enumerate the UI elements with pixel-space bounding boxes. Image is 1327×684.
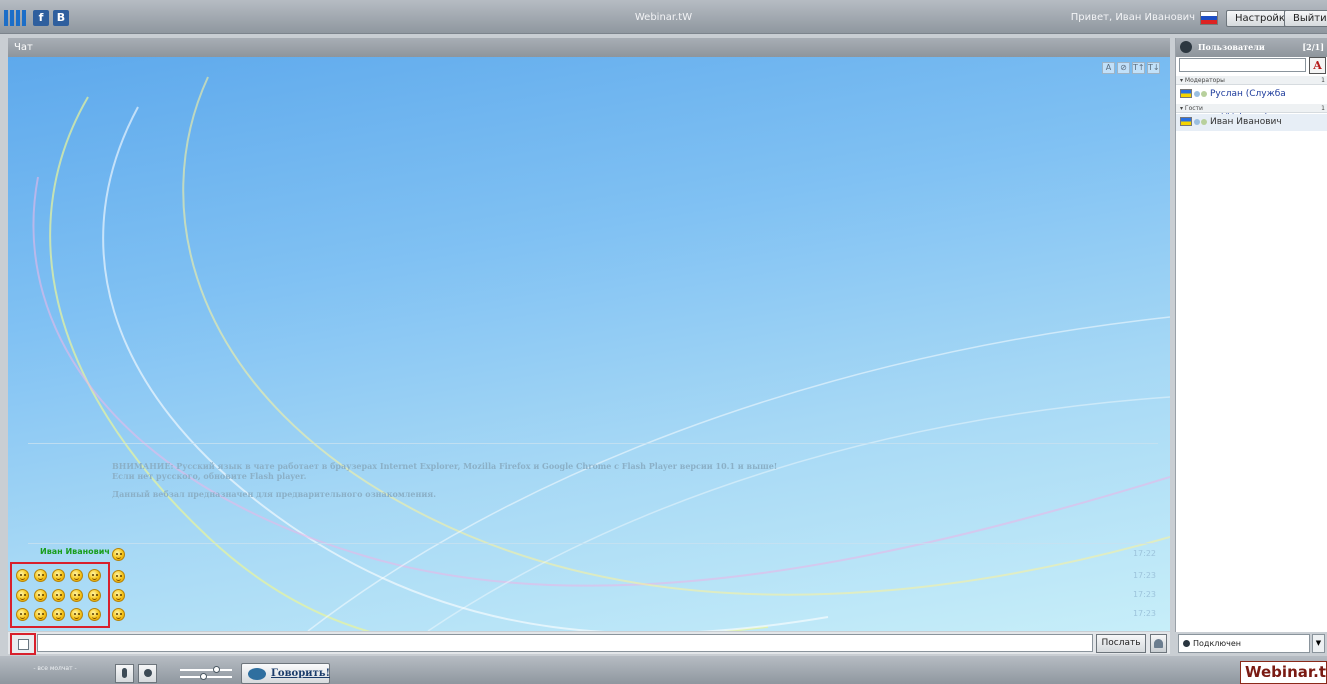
user-list-item[interactable]: Иван Иванович bbox=[1176, 114, 1327, 131]
all-silent-label: - все молчат - bbox=[33, 665, 77, 672]
smiley-icon bbox=[112, 548, 125, 561]
smiley-icon[interactable] bbox=[16, 608, 29, 621]
smiley-icon[interactable] bbox=[70, 589, 83, 602]
status-select[interactable]: Подключен bbox=[1178, 634, 1310, 653]
notice-line-2: Если нет русского, обновите Flash player… bbox=[112, 471, 307, 481]
group-label: ▾ Гости bbox=[1180, 105, 1203, 112]
ukraine-flag-icon bbox=[1180, 117, 1192, 126]
greeting: Привет, Иван Иванович bbox=[1070, 12, 1195, 23]
logout-button[interactable]: Выйти bbox=[1284, 10, 1327, 27]
talk-button[interactable]: Говорить! bbox=[241, 663, 330, 684]
webcam-button[interactable] bbox=[138, 664, 157, 683]
message-input[interactable] bbox=[37, 634, 1093, 652]
font-decrease-button[interactable]: T↓ bbox=[1147, 62, 1160, 74]
group-guests[interactable]: ▾ Гости 1 bbox=[1176, 104, 1327, 113]
microphone-button[interactable] bbox=[115, 664, 134, 683]
smiley-icon bbox=[112, 608, 125, 621]
users-font-button[interactable]: A bbox=[1309, 57, 1326, 74]
smiley-icon[interactable] bbox=[34, 569, 47, 582]
font-increase-button[interactable]: T↑ bbox=[1132, 62, 1145, 74]
group-label: ▾ Модераторы bbox=[1180, 77, 1225, 84]
user-name: Иван Иванович bbox=[1210, 117, 1282, 127]
message-time: 17:23 bbox=[1132, 609, 1156, 618]
webcam-icon bbox=[144, 669, 152, 677]
brand-logo: Webinar.tW bbox=[1240, 661, 1327, 684]
status-label: Подключен bbox=[1193, 639, 1241, 648]
chevron-down-icon[interactable]: ▼ bbox=[1312, 634, 1325, 653]
users-panel: Пользователи [2/1] A ▾ Модераторы 1 Русл… bbox=[1175, 38, 1327, 632]
font-style-button[interactable]: A bbox=[1102, 62, 1115, 74]
chat-title: Чат bbox=[8, 38, 1170, 57]
smiley-icon[interactable] bbox=[16, 589, 29, 602]
smiley-icon[interactable] bbox=[52, 589, 65, 602]
microphone-icon bbox=[122, 668, 127, 678]
group-count: 1 bbox=[1321, 105, 1325, 112]
smiley-icon[interactable] bbox=[16, 569, 29, 582]
microphone-icon bbox=[1194, 119, 1200, 125]
users-title: Пользователи bbox=[1198, 42, 1265, 52]
volume-knob[interactable] bbox=[213, 666, 220, 673]
notice-line-1: ВНИМАНИЕ: Русский язык в чате работает в… bbox=[112, 461, 778, 471]
camera-icon bbox=[1201, 91, 1207, 97]
smiley-icon bbox=[112, 589, 125, 602]
smiley-toggle-button[interactable] bbox=[10, 633, 36, 655]
message-time: 17:23 bbox=[1132, 590, 1156, 599]
app-window: f B Webinar.tW Привет, Иван Иванович Нас… bbox=[0, 0, 1327, 684]
notice-text: ВНИМАНИЕ: Русский язык в чате работает в… bbox=[112, 461, 777, 499]
users-header: Пользователи [2/1] bbox=[1176, 38, 1327, 57]
russian-flag-icon[interactable] bbox=[1200, 11, 1218, 25]
smiley-icon[interactable] bbox=[88, 569, 101, 582]
smiley-icon[interactable] bbox=[88, 608, 101, 621]
smiley-icon[interactable] bbox=[34, 589, 47, 602]
group-moderators[interactable]: ▾ Модераторы 1 bbox=[1176, 76, 1327, 85]
microphone-icon bbox=[1194, 91, 1200, 97]
chat-message: Иван Иванович 17:22 bbox=[8, 544, 1170, 564]
top-bar: f B Webinar.tW Привет, Иван Иванович Нас… bbox=[0, 0, 1327, 34]
user-list-item[interactable]: Руслан (Служба поддержки) bbox=[1176, 86, 1327, 116]
person-icon bbox=[1183, 640, 1190, 647]
compose-icon bbox=[18, 639, 29, 650]
bell-icon bbox=[1154, 639, 1163, 648]
chat-message-area[interactable]: A ⊘ T↑ T↓ ВНИМАНИЕ: Русский язык в чате раб… bbox=[8, 57, 1170, 631]
users-count: [2/1] bbox=[1302, 42, 1324, 52]
users-search-input[interactable] bbox=[1179, 58, 1306, 72]
message-author: Иван Иванович bbox=[40, 547, 110, 556]
volume-track bbox=[180, 669, 232, 671]
smiley-icon[interactable] bbox=[70, 569, 83, 582]
chat-tools: A ⊘ T↑ T↓ bbox=[1100, 60, 1160, 74]
ukraine-flag-icon bbox=[1180, 89, 1192, 98]
camera-icon bbox=[1201, 119, 1207, 125]
smiley-icon[interactable] bbox=[34, 608, 47, 621]
mic-level-knob[interactable] bbox=[200, 673, 207, 680]
chat-message: 17:23 bbox=[8, 604, 1170, 624]
talk-label: Говорить! bbox=[271, 668, 330, 679]
divider bbox=[28, 443, 1158, 444]
smiley-icon[interactable] bbox=[88, 589, 101, 602]
smiley-icon[interactable] bbox=[52, 569, 65, 582]
speech-bubble-icon bbox=[248, 668, 266, 680]
users-icon bbox=[1180, 41, 1192, 53]
message-time: 17:22 bbox=[1132, 549, 1156, 558]
clear-chat-button[interactable]: ⊘ bbox=[1117, 62, 1130, 74]
smiley-picker bbox=[10, 562, 110, 628]
smiley-icon[interactable] bbox=[52, 608, 65, 621]
chat-message: 17:23 bbox=[8, 566, 1170, 586]
notice-line-3: Данный вебзал предназначен для предварит… bbox=[112, 489, 436, 499]
group-count: 1 bbox=[1321, 77, 1325, 84]
alert-button[interactable] bbox=[1150, 634, 1167, 653]
smiley-icon[interactable] bbox=[70, 608, 83, 621]
message-time: 17:23 bbox=[1132, 571, 1156, 580]
volume-slider[interactable] bbox=[180, 666, 232, 680]
smiley-icon bbox=[112, 570, 125, 583]
send-button[interactable]: Послать bbox=[1096, 634, 1146, 653]
chat-message: 17:23 bbox=[8, 585, 1170, 605]
